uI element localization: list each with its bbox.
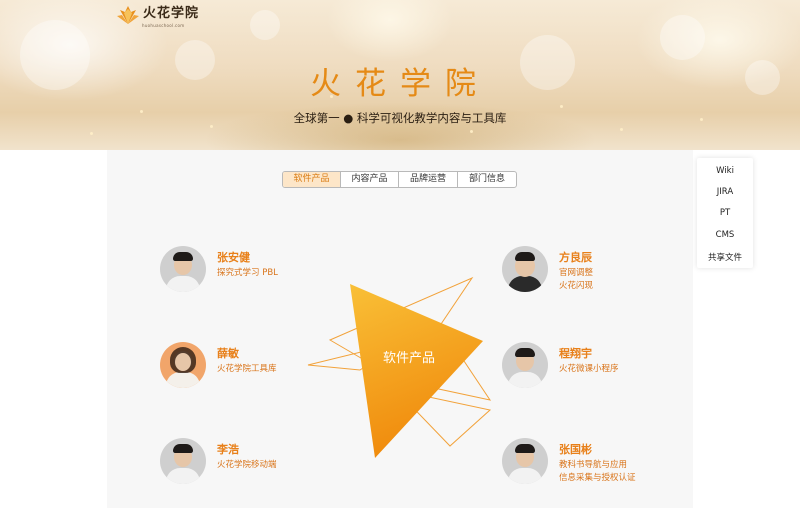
person-name[interactable]: 张安健 <box>217 249 250 265</box>
person-name[interactable]: 方良辰 <box>559 249 592 265</box>
person-desc[interactable]: 火花学院工具库 <box>217 363 277 376</box>
hero-subtitle: 全球第一 ● 科学可视化教学内容与工具库 <box>293 111 507 125</box>
person-desc[interactable]: 官网调整 <box>559 267 593 280</box>
menu-item-jira[interactable]: JIRA <box>697 187 753 197</box>
menu-item-shared-files[interactable]: 共享文件 <box>697 251 753 263</box>
quick-links-menu: Wiki JIRA PT CMS 共享文件 <box>697 158 753 268</box>
menu-item-pt[interactable]: PT <box>697 208 753 218</box>
person-name[interactable]: 张国彬 <box>559 441 592 457</box>
tab-bar: 软件产品 内容产品 品牌运营 部门信息 <box>282 171 517 188</box>
person-name[interactable]: 薛敏 <box>217 345 239 361</box>
avatar-xue-min <box>160 342 206 388</box>
menu-item-cms[interactable]: CMS <box>697 230 753 240</box>
center-triangle-graphic <box>307 276 492 458</box>
tab-brand-operations[interactable]: 品牌运营 <box>398 172 457 187</box>
hero-banner: 火花学院 huohuaschool.com 火花学院 全球第一 ● 科学可视化教… <box>0 0 800 150</box>
person-desc[interactable]: 探究式学习 PBL <box>217 267 278 280</box>
avatar-cheng-xiangyu <box>502 342 548 388</box>
avatar-fang-liangchen <box>502 246 548 292</box>
brand-logo[interactable]: 火花学院 huohuaschool.com <box>116 4 200 28</box>
avatar-zhang-anjian <box>160 246 206 292</box>
person-desc[interactable]: 火花闪现 <box>559 280 593 293</box>
logo-text: 火花学院 <box>143 6 200 21</box>
person-name[interactable]: 程翔宇 <box>559 345 592 361</box>
center-label: 软件产品 <box>383 351 436 366</box>
flame-logo-icon <box>116 4 140 26</box>
tab-content-products[interactable]: 内容产品 <box>340 172 398 187</box>
tab-software-products[interactable]: 软件产品 <box>283 172 340 187</box>
avatar-li-hao <box>160 438 206 484</box>
hero-title: 火花学院 <box>310 66 490 102</box>
person-desc[interactable]: 教科书导航与应用 <box>559 459 627 472</box>
avatar-zhang-guobin <box>502 438 548 484</box>
person-desc[interactable]: 信息采集与授权认证 <box>559 472 636 485</box>
logo-subtext: huohuaschool.com <box>142 23 185 28</box>
person-name[interactable]: 李浩 <box>217 441 239 457</box>
person-desc[interactable]: 火花学院移动端 <box>217 459 277 472</box>
menu-item-wiki[interactable]: Wiki <box>697 166 753 176</box>
tab-department-info[interactable]: 部门信息 <box>457 172 516 187</box>
person-desc[interactable]: 火花微课小程序 <box>559 363 619 376</box>
